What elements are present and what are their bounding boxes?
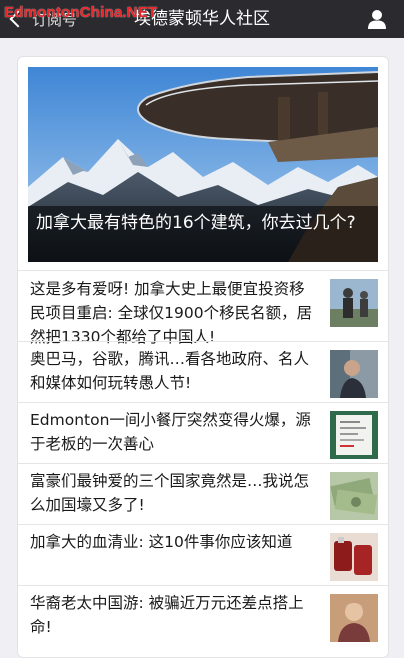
site-watermark: EdmontonChina.NET	[4, 4, 158, 21]
featured-article[interactable]: 加拿大最有特色的16个建筑，你去过几个?	[28, 67, 378, 262]
article-title: 奥巴马，谷歌，腾讯…看各地政府、名人和媒体如何玩转愚人节!	[30, 350, 310, 392]
money-bills-thumbnail	[330, 472, 378, 520]
article-item[interactable]: 这是多有爱呀! 加拿大史上最便宜投资移民项目重启: 全球仅1900个移民名额，居…	[18, 270, 388, 346]
article-title: Edmonton一间小餐厅突然变得火爆，源于老板的一次善心	[30, 411, 311, 453]
restaurant-receipt-thumbnail	[330, 411, 378, 459]
article-item[interactable]: 华裔老太中国游: 被骗近万元还差点搭上命!	[18, 585, 388, 646]
article-item[interactable]: 奥巴马，谷歌，腾讯…看各地政府、名人和媒体如何玩转愚人节!	[18, 341, 388, 402]
blood-bags-thumbnail	[330, 533, 378, 581]
featured-caption: 加拿大最有特色的16个建筑，你去过几个?	[28, 206, 378, 262]
article-list: 这是多有爱呀! 加拿大史上最便宜投资移民项目重启: 全球仅1900个移民名额，居…	[18, 270, 388, 646]
elderly-woman-thumbnail	[330, 594, 378, 642]
person-portrait-thumbnail	[330, 350, 378, 398]
article-title: 这是多有爱呀! 加拿大史上最便宜投资移民项目重启: 全球仅1900个移民名额，居…	[30, 280, 313, 346]
article-title: 富豪们最钟爱的三个国家竟然是…我说怎么加国壕又多了!	[30, 472, 310, 514]
profile-icon[interactable]	[366, 8, 388, 30]
people-outdoors-thumbnail	[330, 279, 378, 327]
article-title: 加拿大的血清业: 这10件事你应该知道	[30, 533, 293, 551]
article-item[interactable]: 加拿大的血清业: 这10件事你应该知道	[18, 524, 388, 585]
articles-card: 加拿大最有特色的16个建筑，你去过几个? 这是多有爱呀! 加拿大史上最便宜投资移…	[17, 56, 389, 658]
article-item[interactable]: Edmonton一间小餐厅突然变得火爆，源于老板的一次善心	[18, 402, 388, 463]
article-title: 华裔老太中国游: 被骗近万元还差点搭上命!	[30, 594, 304, 636]
article-item[interactable]: 富豪们最钟爱的三个国家竟然是…我说怎么加国壕又多了!	[18, 463, 388, 524]
